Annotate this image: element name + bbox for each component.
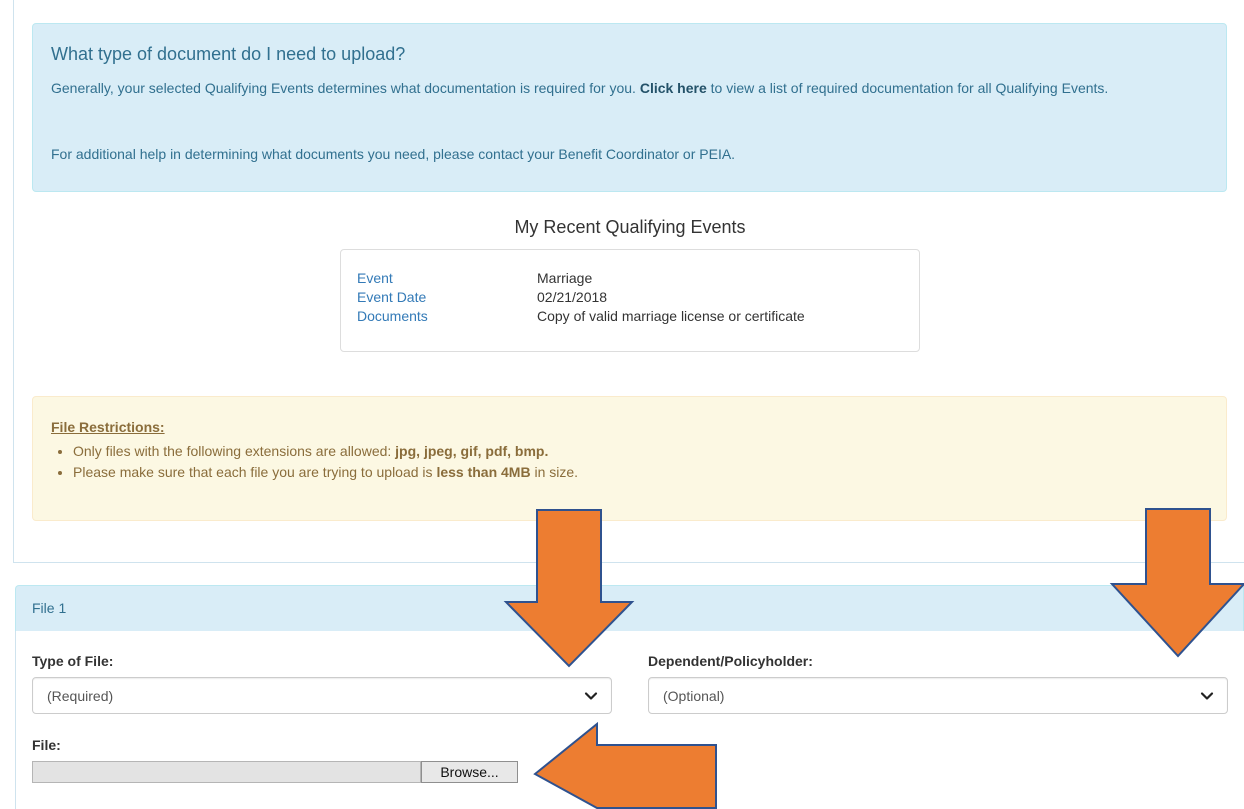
qe-value: Marriage <box>537 270 593 286</box>
file-restrictions-list: Only files with the following extensions… <box>51 441 578 483</box>
file-panel-heading: File 1 <box>15 585 1244 631</box>
chevron-down-icon <box>584 692 598 700</box>
file-panel-title: File 1 <box>32 600 67 616</box>
size-limit: less than 4MB <box>436 464 531 480</box>
chevron-down-icon <box>1200 692 1214 700</box>
click-here-link[interactable]: Click here <box>640 80 707 96</box>
type-of-file-value: (Required) <box>47 688 114 704</box>
file-input[interactable]: Browse... <box>32 761 518 783</box>
restriction-extensions: Only files with the following extensions… <box>73 441 578 462</box>
restriction-text: Only files with the following extensions… <box>73 443 396 459</box>
file-panel-left-border <box>15 631 16 809</box>
info-alert: What type of document do I need to uploa… <box>32 23 1227 192</box>
file-label: File: <box>32 737 61 753</box>
info-text-start: Generally, your selected Qualifying Even… <box>51 80 640 96</box>
file-restrictions-title: File Restrictions: <box>51 419 165 435</box>
info-text-end: to view a list of required documentation… <box>706 80 1109 96</box>
restriction-size: Please make sure that each file you are … <box>73 462 578 483</box>
qe-key: Documents <box>357 308 428 324</box>
type-of-file-select[interactable]: (Required) <box>32 677 612 714</box>
panel-bottom-border <box>13 562 1244 563</box>
dependent-policyholder-label: Dependent/Policyholder: <box>648 653 813 669</box>
restriction-text: Please make sure that each file you are … <box>73 464 437 480</box>
restriction-text-end: in size. <box>530 464 579 480</box>
dependent-policyholder-value: (Optional) <box>663 688 725 704</box>
qualifying-events-box: Event Marriage Event Date 02/21/2018 Doc… <box>340 249 920 352</box>
qe-key: Event <box>357 270 393 286</box>
qe-key: Event Date <box>357 289 427 305</box>
allowed-extensions: jpg, jpeg, gif, pdf, bmp. <box>395 443 549 459</box>
dependent-policyholder-select[interactable]: (Optional) <box>648 677 1228 714</box>
file-path-field[interactable] <box>32 761 421 783</box>
info-alert-paragraph: Generally, your selected Qualifying Even… <box>51 79 1201 98</box>
panel-left-border <box>13 0 14 562</box>
qe-value: Copy of valid marriage license or certif… <box>537 308 805 324</box>
browse-button[interactable]: Browse... <box>421 761 518 783</box>
file-restrictions-alert: File Restrictions: Only files with the f… <box>32 396 1227 521</box>
info-help-text: For additional help in determining what … <box>51 146 736 162</box>
type-of-file-label: Type of File: <box>32 653 114 669</box>
qualifying-events-heading: My Recent Qualifying Events <box>514 217 746 237</box>
arrow-down-icon <box>1109 508 1244 658</box>
qe-value: 02/21/2018 <box>537 289 608 305</box>
arrow-left-icon <box>533 721 717 809</box>
info-alert-title: What type of document do I need to uploa… <box>51 44 406 64</box>
